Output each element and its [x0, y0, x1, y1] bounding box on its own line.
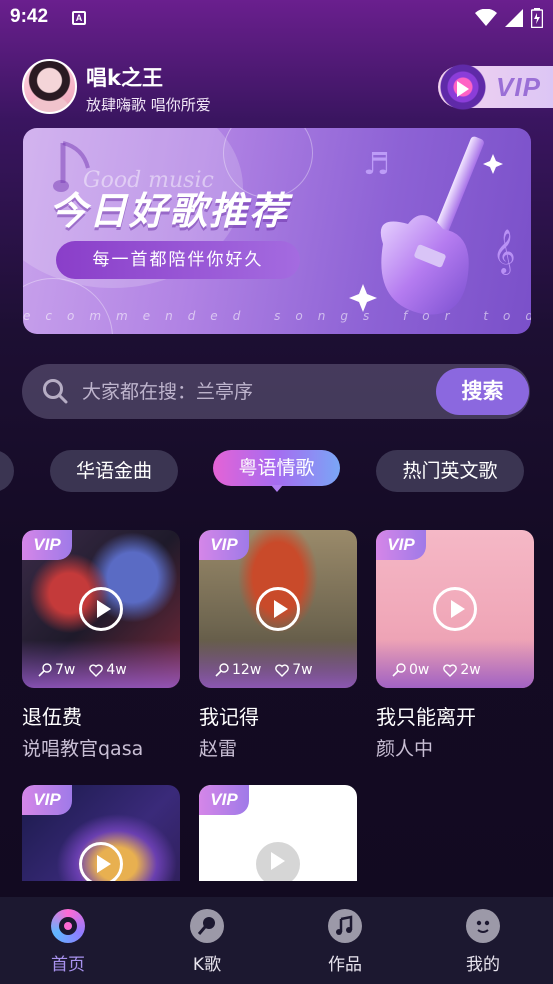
nav-label: K歌 [192, 955, 222, 975]
song-artist: 说唱教官qasa [22, 738, 144, 760]
app-screen: 9:42 A 唱k之王 放肆嗨歌 唱你所爱 VIP Good music 今日好… [0, 0, 553, 984]
song-card[interactable]: VIP [199, 785, 357, 881]
category-chip[interactable]: 热门英文歌 [376, 450, 524, 492]
sing-count: 12w [215, 662, 261, 678]
search-icon [43, 379, 68, 404]
music-disc-icon [51, 909, 85, 943]
nav-item-me[interactable]: 我的 [443, 909, 523, 975]
sing-count: 7w [38, 662, 75, 678]
microphone-icon [215, 663, 229, 677]
nav-label: 我的 [466, 955, 500, 975]
microphone-icon [392, 663, 406, 677]
nav-item-works[interactable]: 作品 [305, 909, 385, 975]
user-slogan: 放肆嗨歌 唱你所爱 [86, 96, 211, 114]
vip-tag: VIP [199, 530, 249, 560]
wifi-icon [475, 9, 497, 26]
avatar[interactable] [22, 59, 77, 114]
song-card[interactable]: VIP 12w 7w 我记得 赵雷 [199, 530, 357, 760]
song-card[interactable]: VIP 7w 4w 退伍费 说唱教官qasa [22, 530, 180, 760]
category-chip[interactable]: 华语金曲 [50, 450, 178, 492]
song-artist: 赵雷 [199, 738, 238, 760]
like-count: 4w [89, 662, 127, 678]
music-note-icon [328, 909, 362, 943]
sing-count: 0w [392, 662, 429, 678]
recommend-banner[interactable]: Good music 今日好歌推荐 每一首都陪伴你好久 𝄞 ♬ ecommend… [23, 128, 531, 334]
song-stats: 12w 7w [215, 662, 313, 678]
vip-play-icon [457, 81, 469, 97]
banner-title: 今日好歌推荐 [49, 189, 290, 233]
vip-tag: VIP [199, 785, 249, 815]
song-stats: 0w 2w [392, 662, 481, 678]
search-input[interactable] [82, 364, 432, 419]
status-time: 9:42 [10, 6, 49, 27]
song-card[interactable]: VIP [22, 785, 180, 881]
signal-icon [505, 9, 523, 27]
like-count-value: 2w [460, 662, 481, 678]
sing-count-value: 0w [409, 662, 430, 678]
song-title: 我只能离开 [376, 705, 476, 729]
search-button[interactable]: 搜索 [436, 368, 529, 415]
song-cover[interactable]: VIP [22, 785, 180, 881]
vip-tag: VIP [22, 530, 72, 560]
search-bar: 搜索 [22, 364, 530, 419]
song-card[interactable]: VIP 0w 2w 我只能离开 颜人中 [376, 530, 534, 760]
nav-label: 作品 [328, 955, 362, 975]
sing-count-value: 7w [55, 662, 76, 678]
vip-label: VIP [496, 72, 541, 102]
nav-item-home[interactable]: 首页 [28, 909, 108, 975]
microphone-icon [38, 663, 52, 677]
like-count: 2w [443, 662, 481, 678]
nav-label: 首页 [51, 955, 85, 975]
heart-icon [89, 663, 104, 677]
like-count: 7w [275, 662, 313, 678]
play-icon[interactable] [433, 587, 477, 631]
nav-item-karaoke[interactable]: K歌 [167, 909, 247, 975]
song-cover[interactable]: VIP [199, 785, 357, 881]
svg-text:𝄞: 𝄞 [493, 229, 515, 275]
svg-text:♬: ♬ [363, 147, 390, 182]
like-count-value: 7w [292, 662, 313, 678]
banner-caption: ecommended songs for today [23, 309, 531, 323]
vip-tag: VIP [22, 785, 72, 815]
vip-button[interactable]: VIP [438, 64, 553, 110]
song-title: 退伍费 [22, 705, 82, 729]
play-icon[interactable] [79, 587, 123, 631]
heart-icon [275, 663, 290, 677]
song-cover[interactable]: VIP 0w 2w [376, 530, 534, 688]
song-stats: 7w 4w [38, 662, 127, 678]
notification-a-icon: A [72, 11, 86, 25]
play-icon[interactable] [79, 842, 123, 881]
vip-tag: VIP [376, 530, 426, 560]
category-chip-partial[interactable] [0, 450, 14, 492]
system-icons [475, 8, 543, 28]
banner-subtitle-pill: 每一首都陪伴你好久 [56, 241, 300, 279]
song-cover[interactable]: VIP 7w 4w [22, 530, 180, 688]
song-title: 我记得 [199, 705, 259, 729]
play-icon[interactable] [256, 587, 300, 631]
profile-face-icon [466, 909, 500, 943]
username: 唱k之王 [86, 66, 163, 90]
play-icon[interactable] [256, 842, 300, 881]
like-count-value: 4w [106, 662, 127, 678]
heart-icon [443, 663, 458, 677]
guitar-illustration: 𝄞 ♬ [349, 136, 515, 315]
category-tabs: 华语金曲 粤语情歌 热门英文歌 [0, 450, 553, 496]
song-cover[interactable]: VIP 12w 7w [199, 530, 357, 688]
category-chip-selected[interactable]: 粤语情歌 [213, 450, 340, 492]
microphone-icon [190, 909, 224, 943]
battery-icon [531, 8, 543, 28]
song-artist: 颜人中 [376, 738, 434, 760]
status-bar: 9:42 A [0, 0, 553, 38]
bottom-nav: 首页 K歌 作品 我的 [0, 897, 553, 984]
sing-count-value: 12w [232, 662, 262, 678]
